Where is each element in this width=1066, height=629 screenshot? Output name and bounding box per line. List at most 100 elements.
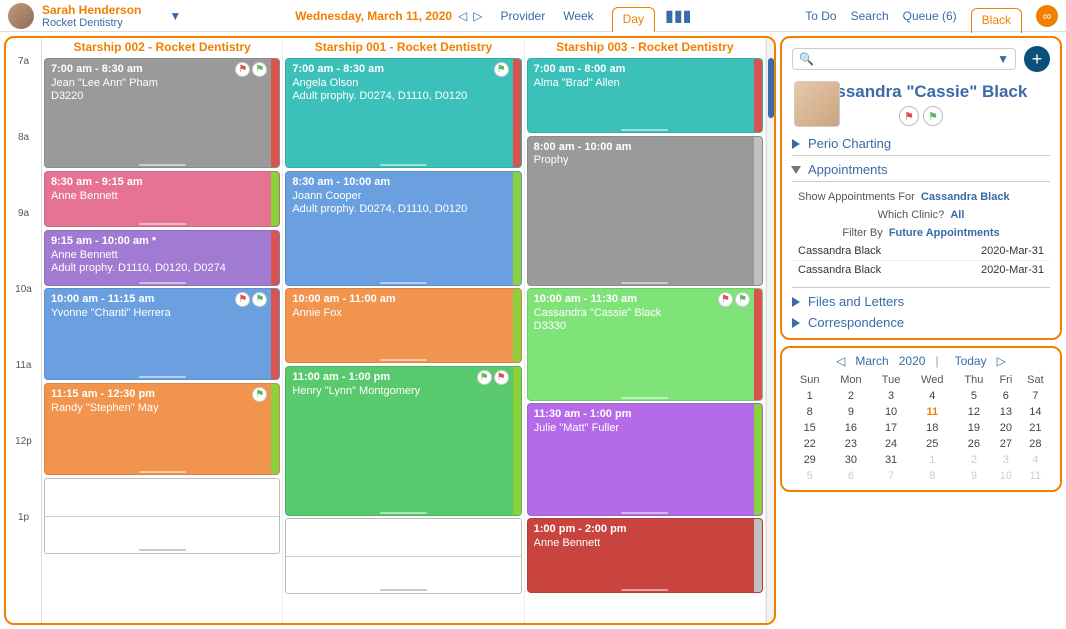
resize-handle[interactable] <box>380 164 427 166</box>
cal-day-cell[interactable]: 11 <box>910 404 955 420</box>
cal-day-cell[interactable]: 19 <box>955 420 993 436</box>
cal-day-cell[interactable]: 16 <box>829 420 872 436</box>
patient-tab[interactable]: Black <box>971 8 1022 33</box>
cal-today-button[interactable]: Today <box>955 354 987 368</box>
column-body[interactable]: 7:00 am - 8:00 amAlma "Brad" Allen8:00 a… <box>527 58 763 618</box>
appt-list-row[interactable]: Cassandra Black2020-Mar-31 <box>792 242 1050 261</box>
patient-search-input[interactable] <box>820 52 997 66</box>
cal-day-cell[interactable]: 10 <box>872 404 909 420</box>
cal-day-cell[interactable]: 17 <box>872 420 909 436</box>
cal-prev-button[interactable]: ◁ <box>836 354 845 368</box>
appointment-block[interactable]: 7:00 am - 8:30 amAngela OlsonAdult proph… <box>285 58 521 168</box>
column-body[interactable]: 7:00 am - 8:30 amJean "Lee Ann" PhamD322… <box>44 58 280 618</box>
resize-handle[interactable] <box>380 359 427 361</box>
appointment-block[interactable]: 10:00 am - 11:30 amCassandra "Cassie" Bl… <box>527 288 763 401</box>
cal-day-cell[interactable]: 7 <box>872 468 909 484</box>
cal-day-cell[interactable]: 23 <box>829 436 872 452</box>
cal-day-cell[interactable]: 18 <box>910 420 955 436</box>
user-dropdown-icon[interactable]: ▼ <box>169 9 181 23</box>
cal-day-cell[interactable]: 7 <box>1019 388 1052 404</box>
queue-link[interactable]: Queue (6) <box>903 9 957 23</box>
appointment-block[interactable]: 10:00 am - 11:15 amYvonne "Chanti" Herre… <box>44 288 280 380</box>
filter-by-value[interactable]: Future Appointments <box>889 227 1000 239</box>
cal-day-cell[interactable]: 15 <box>790 420 829 436</box>
add-patient-button[interactable]: + <box>1024 46 1050 72</box>
cal-day-cell[interactable]: 30 <box>829 452 872 468</box>
filter-showfor-value[interactable]: Cassandra Black <box>921 191 1010 203</box>
view-week[interactable]: Week <box>563 9 593 23</box>
next-day-button[interactable]: ▷ <box>473 9 482 23</box>
resize-handle[interactable] <box>621 129 668 131</box>
todo-link[interactable]: To Do <box>805 9 836 23</box>
user-menu[interactable]: Sarah Henderson Rocket Dentistry ▼ <box>8 3 181 29</box>
cal-day-cell[interactable]: 6 <box>829 468 872 484</box>
cal-day-cell[interactable]: 22 <box>790 436 829 452</box>
cal-day-cell[interactable]: 12 <box>955 404 993 420</box>
flag-icon[interactable]: ⚑ <box>494 62 509 77</box>
cal-day-cell[interactable]: 3 <box>872 388 909 404</box>
cal-day-cell[interactable]: 4 <box>1019 452 1052 468</box>
appointment-block[interactable]: 10:00 am - 11:00 amAnnie Fox <box>285 288 521 363</box>
cal-day-cell[interactable]: 8 <box>790 404 829 420</box>
section-files[interactable]: Files and Letters <box>792 294 1050 309</box>
scroll-thumb[interactable] <box>768 58 774 118</box>
cal-day-cell[interactable]: 1 <box>910 452 955 468</box>
resize-handle[interactable] <box>139 164 186 166</box>
cal-day-cell[interactable]: 20 <box>993 420 1019 436</box>
appointment-block[interactable]: 1:00 pm - 2:00 pmAnne Bennett <box>527 518 763 593</box>
cal-day-cell[interactable]: 1 <box>790 388 829 404</box>
view-provider[interactable]: Provider <box>501 9 546 23</box>
cal-day-cell[interactable]: 21 <box>1019 420 1052 436</box>
resize-handle[interactable] <box>621 589 668 591</box>
cal-day-cell[interactable]: 11 <box>1019 468 1052 484</box>
flag-icon[interactable]: ⚑ <box>735 292 750 307</box>
columns-icon[interactable]: ▮▮▮ <box>665 6 691 26</box>
patient-search-box[interactable]: 🔍 ▼ <box>792 48 1016 70</box>
section-appointments[interactable]: Appointments <box>792 162 1050 177</box>
cal-day-cell[interactable]: 27 <box>993 436 1019 452</box>
resize-handle[interactable] <box>621 397 668 399</box>
cal-next-button[interactable]: ▷ <box>997 354 1006 368</box>
resize-handle[interactable] <box>139 376 186 378</box>
resize-handle[interactable] <box>139 282 186 284</box>
flag-icon[interactable]: ⚑ <box>252 62 267 77</box>
cal-day-cell[interactable]: 4 <box>910 388 955 404</box>
resize-handle[interactable] <box>139 223 186 225</box>
appointment-block[interactable]: 9:15 am - 10:00 am *Anne BennettAdult pr… <box>44 230 280 286</box>
flag-icon[interactable]: ⚑ <box>235 292 250 307</box>
cal-day-cell[interactable]: 2 <box>829 388 872 404</box>
resize-handle[interactable] <box>139 549 186 551</box>
cal-day-cell[interactable]: 3 <box>993 452 1019 468</box>
cal-day-cell[interactable]: 29 <box>790 452 829 468</box>
section-correspondence[interactable]: Correspondence <box>792 315 1050 330</box>
resize-handle[interactable] <box>139 471 186 473</box>
appointment-block[interactable]: 11:15 am - 12:30 pmRandy "Stephen" May⚑ <box>44 383 280 475</box>
resize-handle[interactable] <box>621 282 668 284</box>
cal-day-cell[interactable]: 10 <box>993 468 1019 484</box>
schedule-scrollbar[interactable] <box>766 38 774 623</box>
appointment-block[interactable]: 11:00 am - 1:00 pmHenry "Lynn" Montgomer… <box>285 366 521 516</box>
cal-day-cell[interactable]: 26 <box>955 436 993 452</box>
empty-slot[interactable] <box>44 478 280 554</box>
cal-day-cell[interactable]: 24 <box>872 436 909 452</box>
flag-icon[interactable]: ⚑ <box>235 62 250 77</box>
cal-day-cell[interactable]: 25 <box>910 436 955 452</box>
search-link[interactable]: Search <box>851 9 889 23</box>
cal-day-cell[interactable]: 31 <box>872 452 909 468</box>
view-day[interactable]: Day <box>612 7 655 32</box>
appointment-block[interactable]: 7:00 am - 8:30 amJean "Lee Ann" PhamD322… <box>44 58 280 168</box>
sync-icon[interactable]: ∞ <box>1036 5 1058 27</box>
cal-month[interactable]: March <box>855 354 888 368</box>
flag-icon[interactable]: ⚑ <box>718 292 733 307</box>
resize-handle[interactable] <box>380 282 427 284</box>
appointment-block[interactable]: 8:30 am - 9:15 amAnne Bennett <box>44 171 280 227</box>
cal-day-cell[interactable]: 5 <box>790 468 829 484</box>
appt-list-row[interactable]: Cassandra Black2020-Mar-31 <box>792 261 1050 279</box>
cal-day-cell[interactable]: 8 <box>910 468 955 484</box>
cal-day-cell[interactable]: 2 <box>955 452 993 468</box>
appointment-block[interactable]: 7:00 am - 8:00 amAlma "Brad" Allen <box>527 58 763 133</box>
cal-day-cell[interactable]: 6 <box>993 388 1019 404</box>
cal-day-cell[interactable]: 9 <box>955 468 993 484</box>
flag-icon[interactable]: ⚑ <box>252 387 267 402</box>
patient-flag-red[interactable]: ⚑ <box>899 106 919 126</box>
